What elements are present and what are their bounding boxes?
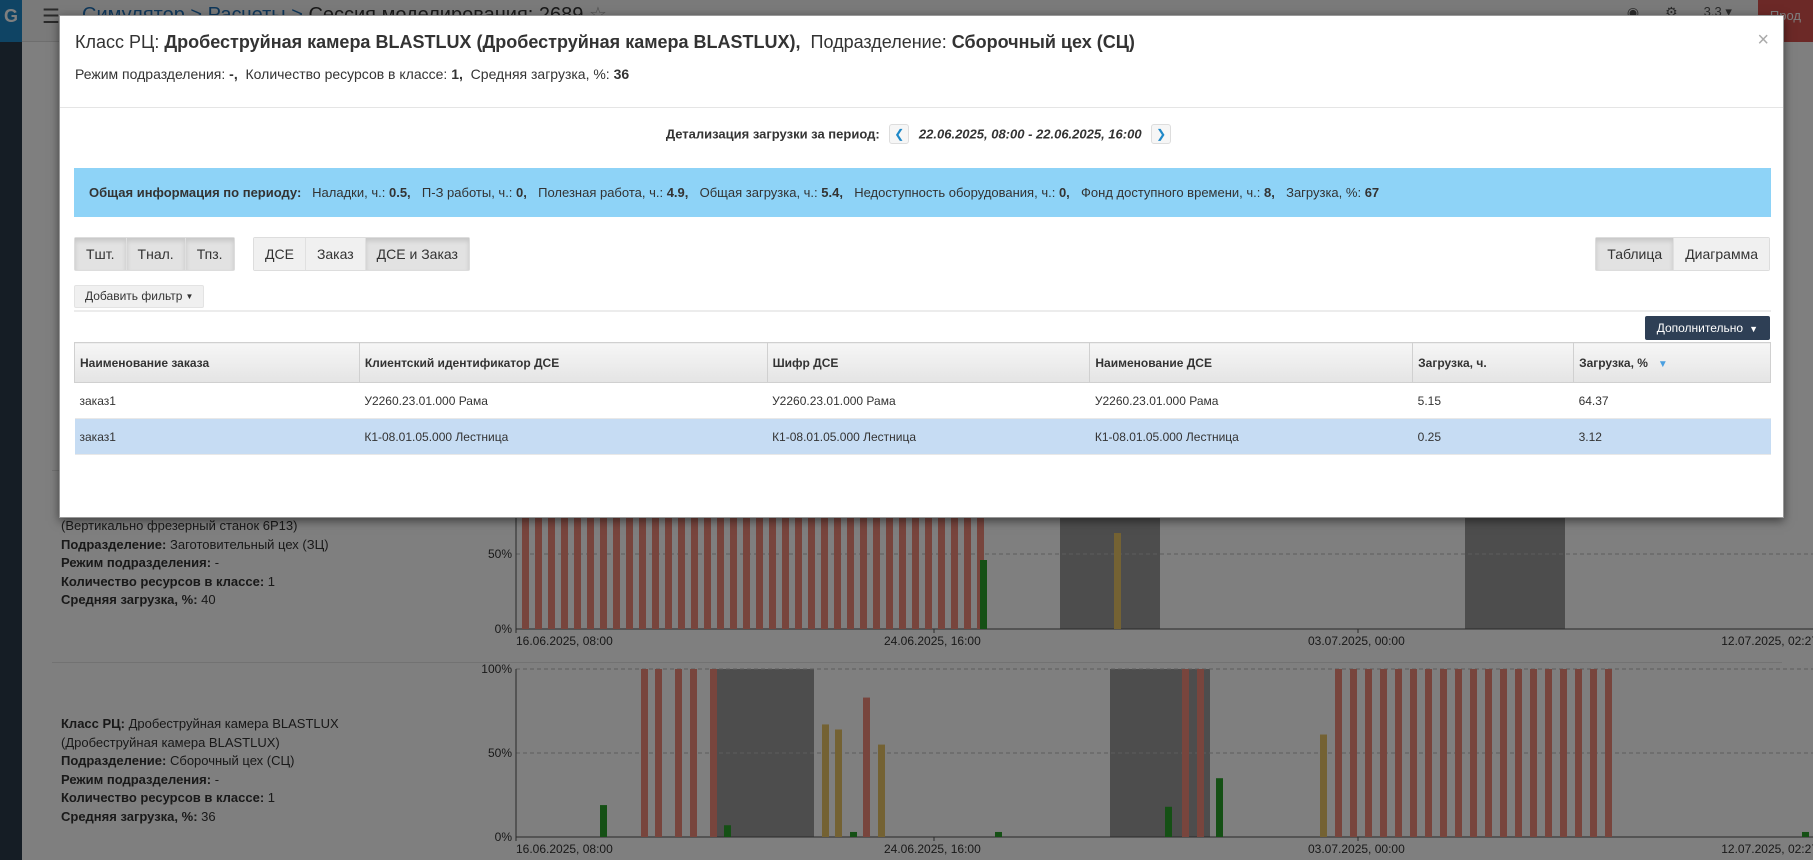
col-load-percent[interactable]: Загрузка, % ▼ bbox=[1573, 342, 1771, 383]
sort-desc-icon[interactable]: ▼ bbox=[1658, 359, 1668, 370]
grouping-group: ДСЕ Заказ ДСЕ и Заказ bbox=[253, 237, 470, 271]
mode-value: -, bbox=[229, 66, 238, 82]
cell-dse-name: К1-08.01.05.000 Лестница bbox=[1089, 418, 1413, 455]
chevron-left-icon: ❮ bbox=[894, 127, 905, 141]
divider bbox=[74, 310, 1771, 312]
info-label: Загрузка, %: bbox=[1286, 185, 1362, 200]
load-detail-modal: Класс РЦ: Дробеструйная камера BLASTLUX … bbox=[59, 15, 1784, 518]
tnal-button[interactable]: Тнал. bbox=[126, 238, 186, 270]
view-mode-group: Таблица Диаграмма bbox=[1595, 237, 1770, 271]
tpz-button[interactable]: Тпз. bbox=[185, 238, 234, 270]
extra-label: Дополнительно bbox=[1656, 321, 1744, 335]
info-item: Общая загрузка, ч.: 5.4, bbox=[700, 185, 843, 200]
col-dse-name[interactable]: Наименование ДСЕ bbox=[1089, 342, 1414, 383]
info-label: Общая загрузка, ч.: bbox=[699, 185, 818, 200]
cell-load-hours: 5.15 bbox=[1412, 382, 1574, 419]
info-value: 0.5, bbox=[388, 185, 411, 200]
class-value: Дробеструйная камера BLASTLUX (Дробестру… bbox=[164, 32, 801, 52]
avg-value: 36 bbox=[613, 66, 630, 82]
extra-dropdown-button[interactable]: Дополнительно ▼ bbox=[1644, 316, 1770, 340]
info-item: Фонд доступного времени, ч.: 8, bbox=[1081, 185, 1275, 200]
info-value: 0, bbox=[1058, 185, 1070, 200]
cell-dse-code: К1-08.01.05.000 Лестница bbox=[767, 418, 1090, 455]
cell-client-id: У2260.23.01.000 Рама bbox=[359, 382, 768, 419]
caret-down-icon: ▼ bbox=[185, 292, 194, 302]
info-label: Наладки, ч.: bbox=[312, 185, 386, 200]
table-row[interactable]: заказ1 У2260.23.01.000 Рама У2260.23.01.… bbox=[74, 382, 1771, 419]
cell-client-id: К1-08.01.05.000 Лестница bbox=[359, 418, 768, 455]
info-value: 5.4, bbox=[821, 185, 843, 200]
cell-dse-code: У2260.23.01.000 Рама bbox=[767, 382, 1090, 419]
info-label: П-З работы, ч.: bbox=[421, 185, 513, 200]
table-row[interactable]: заказ1 К1-08.01.05.000 Лестница К1-08.01… bbox=[74, 418, 1771, 455]
next-period-button[interactable]: ❯ bbox=[1151, 124, 1172, 144]
chart-view-button[interactable]: Диаграмма bbox=[1674, 238, 1769, 270]
period-range: 22.06.2025, 08:00 - 22.06.2025, 16:00 bbox=[918, 126, 1142, 142]
group-dse-button[interactable]: ДСЕ bbox=[254, 238, 306, 270]
info-item: Загрузка, %: 67 bbox=[1286, 185, 1379, 200]
chevron-right-icon: ❯ bbox=[1156, 127, 1167, 141]
modal-header: Класс РЦ: Дробеструйная камера BLASTLUX … bbox=[60, 16, 1783, 108]
add-filter-button[interactable]: Добавить фильтр ▼ bbox=[74, 285, 205, 308]
cell-dse-name: У2260.23.01.000 Рама bbox=[1089, 382, 1413, 419]
caret-down-icon: ▼ bbox=[1749, 324, 1758, 334]
table-header-row: Наименование заказа Клиентский идентифик… bbox=[74, 342, 1771, 383]
info-label: Полезная работа, ч.: bbox=[538, 185, 664, 200]
col-load-percent-label: Загрузка, % bbox=[1579, 355, 1648, 370]
col-dse-code[interactable]: Шифр ДСЕ bbox=[766, 342, 1091, 383]
info-label: Фонд доступного времени, ч.: bbox=[1081, 185, 1261, 200]
col-order-name[interactable]: Наименование заказа bbox=[74, 342, 360, 383]
info-title: Общая информация по периоду: bbox=[89, 185, 302, 200]
mode-label: Режим подразделения: bbox=[75, 66, 226, 82]
add-filter-label: Добавить фильтр bbox=[85, 289, 183, 303]
count-value: 1, bbox=[451, 66, 463, 82]
period-info-bar: Общая информация по периоду: Наладки, ч.… bbox=[74, 168, 1771, 217]
cell-order: заказ1 bbox=[74, 418, 360, 455]
count-label: Количество ресурсов в классе: bbox=[245, 66, 448, 82]
table-view-button[interactable]: Таблица bbox=[1596, 238, 1675, 270]
avg-label: Средняя загрузка, %: bbox=[470, 66, 610, 82]
class-label: Класс РЦ: bbox=[75, 32, 160, 52]
info-label: Недоступность оборудования, ч.: bbox=[854, 185, 1056, 200]
col-load-hours[interactable]: Загрузка, ч. bbox=[1412, 342, 1575, 383]
cell-load-percent: 64.37 bbox=[1573, 382, 1771, 419]
modal-title: Класс РЦ: Дробеструйная камера BLASTLUX … bbox=[75, 32, 1768, 53]
group-order-button[interactable]: Заказ bbox=[305, 238, 366, 270]
info-item: Наладки, ч.: 0.5, bbox=[312, 185, 411, 200]
cell-order: заказ1 bbox=[74, 382, 360, 419]
time-type-group: Тшт. Тнал. Тпз. bbox=[74, 237, 235, 271]
load-table: Наименование заказа Клиентский идентифик… bbox=[74, 342, 1771, 455]
group-dse-order-button[interactable]: ДСЕ и Заказ bbox=[365, 238, 469, 270]
info-item: Полезная работа, ч.: 4.9, bbox=[538, 185, 688, 200]
period-label: Детализация загрузки за период: bbox=[665, 126, 880, 142]
dept-label: Подразделение: bbox=[810, 32, 947, 52]
cell-load-percent: 3.12 bbox=[1573, 418, 1771, 455]
prev-period-button[interactable]: ❮ bbox=[889, 124, 910, 144]
info-value: 0, bbox=[516, 185, 527, 200]
dept-value: Сборочный цех (СЦ) bbox=[951, 32, 1135, 52]
info-value: 67 bbox=[1364, 185, 1380, 200]
info-item: Недоступность оборудования, ч.: 0, bbox=[854, 185, 1070, 200]
info-value: 4.9, bbox=[666, 185, 689, 200]
close-icon[interactable]: × bbox=[1757, 30, 1769, 50]
cell-load-hours: 0.25 bbox=[1412, 418, 1574, 455]
col-client-id[interactable]: Клиентский идентификатор ДСЕ bbox=[358, 342, 768, 383]
period-selector: Детализация загрузки за период: ❮ 22.06.… bbox=[60, 124, 1783, 144]
modal-subtitle: Режим подразделения: -, Количество ресур… bbox=[75, 66, 1768, 82]
info-item: П-З работы, ч.: 0, bbox=[422, 185, 527, 200]
info-value: 8, bbox=[1264, 185, 1275, 200]
tsht-button[interactable]: Тшт. bbox=[75, 238, 127, 270]
